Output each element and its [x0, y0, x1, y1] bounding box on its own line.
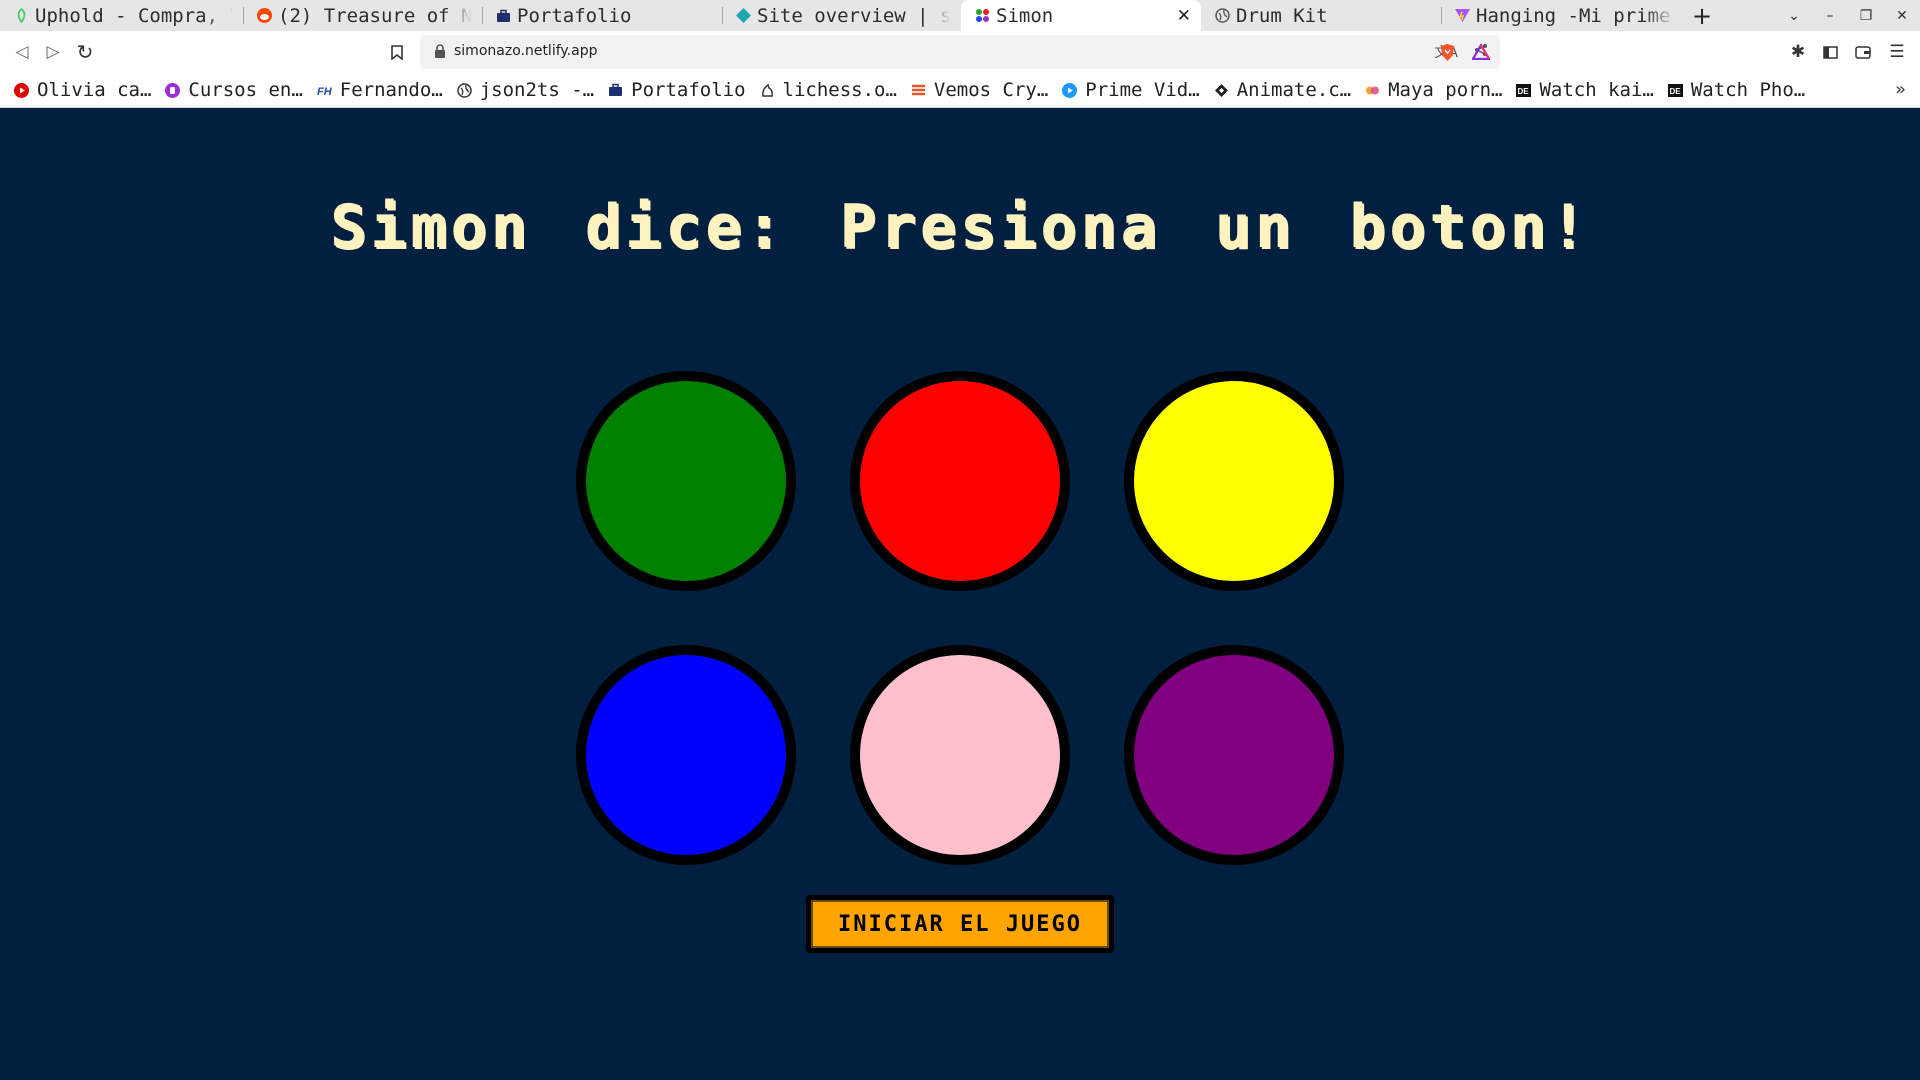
yellow-button[interactable]: [1124, 371, 1344, 591]
simon-icon: [975, 8, 990, 23]
wallet-icon[interactable]: [1852, 41, 1874, 63]
tab-simon[interactable]: Simon ✕: [961, 0, 1201, 31]
rewards-icon[interactable]: [1470, 41, 1492, 63]
back-icon[interactable]: ◁: [11, 41, 33, 63]
tab-title: Hanging -Mi primer: [1476, 4, 1675, 27]
maya-icon: [1365, 83, 1380, 98]
bookmark-label: json2ts -…: [479, 79, 595, 101]
bookmark-item[interactable]: Maya porn…: [1365, 79, 1502, 101]
bookmark-label: Animate.c…: [1236, 79, 1352, 101]
flag-icon: [911, 83, 926, 98]
tab-search-chevron-icon[interactable]: ⌄: [1776, 8, 1812, 24]
bookmark-label: Prime Vid…: [1085, 79, 1200, 101]
forward-icon[interactable]: ▷: [42, 41, 64, 63]
bookmark-label: Fernando…: [339, 79, 443, 101]
url-text[interactable]: simonazo.netlify.app: [454, 43, 598, 59]
red-button[interactable]: [850, 371, 1070, 591]
tab-title: Uphold - Compra, Vende: [35, 4, 233, 27]
tab-reddit[interactable]: (2) Treasure of Nadia: [243, 0, 482, 31]
briefcase-icon: [608, 83, 623, 98]
game-title: Simon dice: Presiona un boton!: [330, 192, 1590, 262]
menu-icon[interactable]: ☰: [1886, 41, 1908, 63]
prime-icon: [1062, 82, 1078, 98]
lichess-icon: [760, 83, 775, 98]
bookmark-label: Watch kai…: [1539, 79, 1654, 101]
tab-netlify[interactable]: Site overview | simonazo: [722, 0, 961, 31]
svg-text:FH: FH: [317, 86, 332, 98]
youtube-icon: [14, 82, 29, 98]
tab-hanging[interactable]: Hanging -Mi primer: [1441, 0, 1685, 31]
tab-title: Portafolio: [517, 4, 632, 27]
tab-portafolio[interactable]: Portafolio: [482, 0, 722, 31]
bookmark-label: Cursos en…: [188, 79, 303, 101]
address-bar[interactable]: simonazo.netlify.app 文A: [420, 35, 1500, 69]
close-tab-icon[interactable]: ✕: [1177, 6, 1191, 26]
tab-title: Simon: [996, 4, 1054, 27]
tab-strip: Uphold - Compra, Vende (2) Treasure of N…: [0, 0, 1920, 31]
start-game-button[interactable]: INICIAR EL JUEGO: [806, 895, 1114, 953]
svg-text:DE: DE: [1669, 87, 1681, 96]
bookmark-item[interactable]: Animate.c…: [1214, 79, 1351, 101]
bookmark-item[interactable]: Prime Vid…: [1062, 79, 1200, 101]
reload-icon[interactable]: ↻: [74, 40, 96, 64]
sidebar-icon[interactable]: [1819, 41, 1841, 63]
extensions-icon[interactable]: ✱: [1787, 41, 1809, 63]
simon-game-page: Simon dice: Presiona un boton! INICIAR E…: [0, 108, 1920, 1080]
minimize-icon[interactable]: –: [1812, 8, 1848, 24]
bookmark-item[interactable]: FH Fernando…: [317, 79, 443, 101]
lock-icon[interactable]: [434, 44, 448, 60]
bookmark-item[interactable]: Vemos Cry…: [911, 79, 1048, 101]
bookmark-label: Watch Pho…: [1690, 79, 1806, 101]
bookmark-item[interactable]: Portafolio: [608, 79, 746, 101]
close-window-icon[interactable]: ✕: [1884, 8, 1920, 24]
blue-button[interactable]: [576, 645, 796, 865]
tab-title: Site overview | simonazo: [757, 4, 951, 27]
more-bookmarks-icon[interactable]: »: [1895, 79, 1906, 100]
bookmark-label: Portafolio: [631, 79, 746, 101]
de-icon: DE: [1516, 83, 1532, 98]
purple-button[interactable]: [1124, 645, 1344, 865]
platzi-icon: [165, 82, 181, 98]
svg-text:DE: DE: [1518, 87, 1530, 96]
tab-uphold[interactable]: Uphold - Compra, Vende: [0, 0, 243, 31]
reddit-icon: [257, 8, 272, 23]
new-tab-button[interactable]: +: [1685, 0, 1719, 31]
briefcase-icon: [496, 8, 511, 23]
tab-title: (2) Treasure of Nadia: [278, 4, 472, 27]
fh-icon: FH: [317, 83, 332, 98]
window-controls: ⌄ – ❐ ✕: [1776, 0, 1920, 31]
uphold-icon: [14, 8, 29, 23]
globe-icon: [1215, 8, 1230, 23]
restore-icon[interactable]: ❐: [1848, 8, 1884, 24]
bookmark-label: Maya porn…: [1388, 79, 1503, 101]
bookmark-item[interactable]: json2ts -…: [456, 79, 595, 101]
bookmarks-bar: Olivia ca… Cursos en… FH Fernando… json2ts -…: [0, 73, 1920, 108]
vite-icon: [1455, 8, 1470, 23]
globe-icon: [456, 82, 472, 98]
bookmark-label: Olivia ca…: [37, 79, 152, 101]
toolbar: ◁ ▷ ↻ simonazo.netlify.app 文A ✱ ☰: [0, 31, 1920, 73]
green-button[interactable]: [576, 371, 796, 591]
pink-button[interactable]: [850, 645, 1070, 865]
tab-title: Drum Kit: [1236, 4, 1328, 27]
netlify-icon: [736, 8, 751, 23]
bookmark-item[interactable]: Cursos en…: [165, 79, 303, 101]
de-icon: DE: [1667, 83, 1683, 98]
bookmark-item[interactable]: DE Watch Pho…: [1667, 79, 1806, 101]
brave-shield-icon[interactable]: [1436, 41, 1458, 63]
bookmark-label: lichess.o…: [782, 79, 897, 101]
bookmark-item[interactable]: lichess.o…: [760, 79, 897, 101]
bookmark-item[interactable]: Olivia ca…: [14, 79, 151, 101]
bookmark-icon[interactable]: [386, 41, 408, 63]
bookmark-item[interactable]: DE Watch kai…: [1516, 79, 1654, 101]
bookmark-label: Vemos Cry…: [933, 79, 1049, 101]
tab-drum-kit[interactable]: Drum Kit: [1201, 0, 1441, 31]
animate-icon: [1214, 83, 1229, 98]
